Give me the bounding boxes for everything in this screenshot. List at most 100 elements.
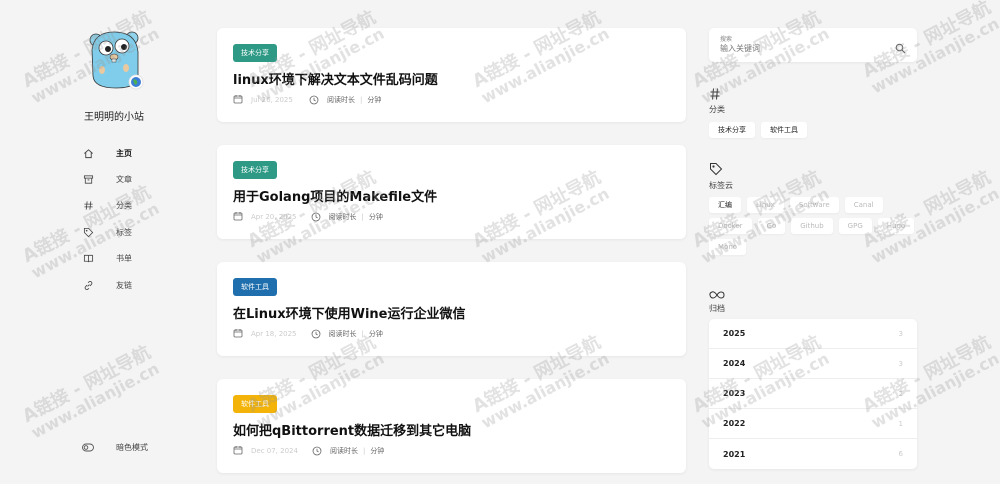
- hash-icon: [709, 86, 721, 105]
- reading-time-label: 阅读时长: [328, 213, 357, 221]
- calendar-icon: [233, 94, 243, 106]
- archive-box-icon: [82, 174, 94, 186]
- post-date: Apr 20, 2025: [251, 213, 297, 221]
- archive-count: 2: [898, 389, 903, 398]
- meta-separator: |: [360, 96, 363, 104]
- tag-chip[interactable]: Github: [791, 218, 833, 234]
- post-meta: Apr 20, 2025 阅读时长 | 分钟: [233, 211, 383, 223]
- tag-chip[interactable]: 汇编: [709, 197, 741, 213]
- tag-chip[interactable]: Software: [789, 197, 839, 213]
- tag-chip[interactable]: Linux: [747, 197, 784, 213]
- archive-count: 6: [898, 450, 903, 458]
- archive-year-row[interactable]: 2024 3: [709, 349, 917, 379]
- search-label: 搜索: [720, 36, 733, 43]
- post-category-tag[interactable]: 技术分享: [233, 161, 277, 179]
- reading-time-unit: 分钟: [370, 447, 385, 455]
- search-icon[interactable]: [895, 39, 906, 54]
- post-date: Apr 18, 2025: [251, 330, 297, 338]
- tag-chip[interactable]: Canal: [844, 197, 883, 213]
- post-card[interactable]: 软件工具 如何把qBittorrent数据迁移到其它电脑 Dec 07, 202…: [217, 379, 686, 473]
- archive-year-row[interactable]: 2023 2: [709, 379, 917, 409]
- archive-title: 归档: [709, 304, 725, 313]
- categories-title: 分类: [709, 105, 725, 114]
- tag-cloud: 汇编 Linux Software Canal Docker Go Github…: [709, 197, 917, 255]
- dark-mode-label: 暗色模式: [116, 442, 148, 452]
- post-title[interactable]: 在Linux环境下使用Wine运行企业微信: [233, 303, 466, 322]
- calendar-icon: [233, 328, 243, 340]
- post-title[interactable]: linux环境下解决文本文件乱码问题: [233, 69, 438, 88]
- archive-year: 2024: [723, 359, 746, 368]
- reading-time-unit: 分钟: [367, 96, 382, 104]
- meta-separator: |: [361, 330, 364, 338]
- archive-count: 3: [898, 359, 903, 368]
- nav-item-home[interactable]: 主页: [82, 140, 132, 166]
- category-chip[interactable]: 技术分享: [709, 122, 755, 138]
- category-chip[interactable]: 软件工具: [761, 122, 807, 138]
- meta-separator: |: [361, 213, 364, 221]
- post-meta: Apr 18, 2025 阅读时长 | 分钟: [233, 328, 383, 340]
- main-nav: 主页 文章 分类 标签 书单 友链: [82, 140, 132, 298]
- post-card[interactable]: 技术分享 linux环境下解决文本文件乱码问题 Jul 26, 2025 阅读时…: [217, 28, 686, 122]
- clock-icon: [311, 212, 321, 222]
- archive-year-row[interactable]: 2025 3: [709, 319, 917, 349]
- dark-mode-toggle[interactable]: 暗色模式: [82, 441, 148, 453]
- archive-year: 2021: [723, 449, 746, 459]
- tag-chip[interactable]: Hugo: [877, 218, 915, 234]
- post-card[interactable]: 技术分享 用于Golang项目的Makefile文件 Apr 20, 2025 …: [217, 145, 686, 239]
- archive-year: 2023: [723, 389, 746, 398]
- nav-item-books[interactable]: 书单: [82, 246, 132, 272]
- calendar-icon: [233, 211, 243, 223]
- tag-chip[interactable]: GPG: [838, 218, 872, 234]
- post-meta: Jul 26, 2025 阅读时长 | 分钟: [233, 94, 381, 106]
- archive-year-row[interactable]: 2021 6: [709, 439, 917, 469]
- archive-count: 3: [898, 329, 903, 338]
- archive-count: 1: [898, 419, 903, 428]
- nav-item-links[interactable]: 友链: [82, 272, 132, 298]
- post-card[interactable]: 软件工具 在Linux环境下使用Wine运行企业微信 Apr 18, 2025 …: [217, 262, 686, 356]
- post-category-tag[interactable]: 软件工具: [233, 395, 277, 413]
- post-category-tag[interactable]: 技术分享: [233, 44, 277, 62]
- meta-separator: |: [362, 447, 366, 455]
- nav-item-label: 友链: [116, 280, 132, 290]
- tag-chip[interactable]: Docker: [709, 218, 752, 234]
- tag-icon: [82, 226, 94, 238]
- reading-time-unit: 分钟: [368, 330, 383, 338]
- post-title[interactable]: 如何把qBittorrent数据迁移到其它电脑: [233, 420, 471, 439]
- post-category-tag[interactable]: 软件工具: [233, 278, 277, 296]
- archive-year: 2025: [723, 329, 746, 338]
- book-icon: [82, 253, 94, 265]
- reading-time-label: 阅读时长: [329, 447, 358, 455]
- reading-time-label: 阅读时长: [327, 96, 355, 104]
- hash-icon: [82, 200, 94, 212]
- clock-icon: [309, 95, 319, 105]
- link-icon: [82, 279, 94, 291]
- infinity-icon: [709, 285, 725, 304]
- nav-item-posts[interactable]: 文章: [82, 166, 132, 192]
- search-input[interactable]: [720, 44, 880, 53]
- nav-item-label: 文章: [116, 175, 132, 185]
- archive-list: 2025 3 2024 3 2023 2 2022 1 2021 6: [709, 319, 917, 469]
- post-date: Dec 07, 2024: [251, 447, 298, 455]
- clock-icon: [311, 329, 321, 339]
- post-meta: Dec 07, 2024 阅读时长 | 分钟: [233, 445, 384, 457]
- nav-item-categories[interactable]: 分类: [82, 193, 132, 219]
- nav-item-tags[interactable]: 标签: [82, 219, 132, 245]
- category-list: 技术分享 软件工具: [709, 122, 917, 138]
- site-title[interactable]: 王明明的小站: [0, 108, 228, 123]
- reading-time-label: 阅读时长: [328, 330, 357, 338]
- calendar-icon: [233, 445, 243, 457]
- nav-item-label: 分类: [116, 201, 132, 211]
- toggle-icon: [82, 441, 94, 453]
- reading-time-unit: 分钟: [368, 213, 383, 221]
- post-date: Jul 26, 2025: [251, 96, 293, 104]
- search-box: 搜索: [709, 28, 917, 62]
- nav-item-label: 主页: [116, 148, 132, 158]
- avatar[interactable]: [86, 24, 148, 90]
- archive-year-row[interactable]: 2022 1: [709, 409, 917, 439]
- tag-cloud-title: 标签云: [709, 181, 733, 190]
- post-title[interactable]: 用于Golang项目的Makefile文件: [233, 186, 437, 205]
- home-icon: [82, 147, 94, 159]
- clock-icon: [312, 446, 322, 456]
- tag-chip[interactable]: Go: [757, 218, 786, 234]
- tag-chip[interactable]: Mono: [709, 239, 747, 255]
